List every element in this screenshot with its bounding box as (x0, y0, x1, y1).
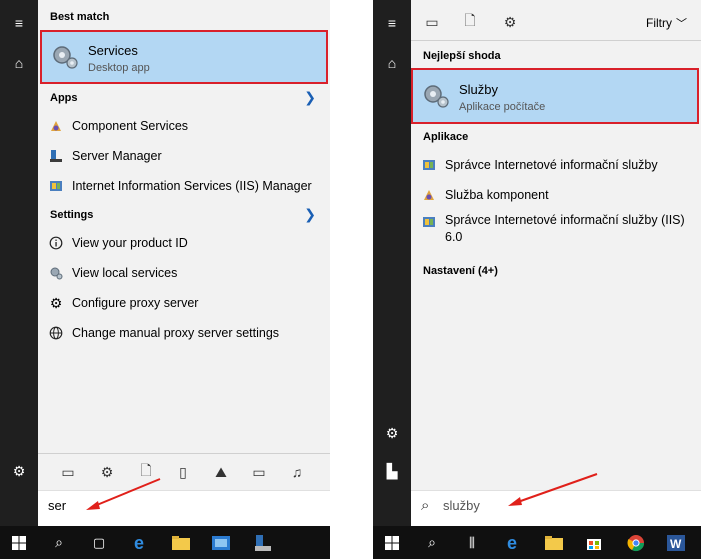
filter-videos-icon[interactable]: ▭ (244, 454, 274, 490)
windows-start-icon[interactable] (0, 526, 38, 559)
services-gear-icon (424, 85, 449, 108)
app-item-iis-manager[interactable]: Správce Internetové informační služby (411, 152, 693, 178)
chevron-down-icon: ﹀ (676, 18, 687, 30)
task-view-icon[interactable]: ▢ (80, 526, 118, 559)
search-input[interactable]: služby (443, 498, 480, 513)
best-match-header: Nejlepší shoda (423, 50, 501, 62)
app-item-iis-manager[interactable]: Internet Information Services (IIS) Mana… (38, 173, 322, 199)
filter-documents-icon[interactable]: 🗋 (131, 454, 161, 490)
apps-header: Apps (50, 92, 78, 104)
filter-apps-icon[interactable]: ▭ (417, 4, 447, 40)
user-account-icon[interactable]: ▙ (373, 456, 411, 486)
search-box[interactable]: ser (38, 490, 330, 526)
start-rail: ≡ ⌂ ⚙ ▙ (373, 0, 411, 526)
apps-header: Aplikace (423, 131, 469, 143)
component-services-icon (421, 187, 437, 203)
store-app-icon[interactable] (202, 526, 240, 559)
filter-settings-icon[interactable]: ⚙ (495, 4, 525, 40)
hamburger-menu-icon[interactable]: ≡ (373, 8, 411, 38)
best-match-subtitle: Desktop app (88, 62, 150, 74)
app-item-label: Správce Internetové informační služby (I… (445, 213, 685, 244)
setting-item-label: Configure proxy server (72, 296, 199, 310)
svg-text:e: e (507, 533, 517, 553)
filter-music-icon[interactable]: ♫ (282, 454, 312, 490)
start-search-panel-cs: ≡ ⌂ ⚙ ▙ ▭ 🗋 ⚙ Filtry ﹀ Nejlepší shoda Sl… (373, 0, 701, 559)
filter-mobile-icon[interactable]: ▯ (168, 454, 198, 490)
search-icon[interactable]: ⌕ (40, 526, 78, 559)
services-gear-icon (53, 46, 78, 69)
app-item-component-services[interactable]: Component Services (38, 113, 322, 139)
hamburger-menu-icon[interactable]: ≡ (0, 8, 38, 38)
search-box[interactable]: ⌕ služby (411, 490, 701, 526)
search-icon: ⌕ (421, 497, 430, 514)
setting-item-local-services[interactable]: View local services (38, 260, 322, 286)
home-icon[interactable]: ⌂ (373, 48, 411, 78)
edge-browser-icon[interactable]: e (122, 526, 160, 559)
app-item-iis6-manager[interactable]: Správce Internetové informační služby (I… (411, 212, 693, 252)
server-manager-taskbar-icon[interactable] (244, 526, 282, 559)
start-rail: ≡ ⌂ ⚙ (0, 0, 38, 526)
filters-label: Filtry (646, 16, 672, 30)
best-match-title: Services (88, 43, 138, 58)
app-item-label: Server Manager (72, 149, 162, 163)
info-circle-icon (48, 235, 64, 251)
windows-start-icon[interactable] (373, 526, 411, 559)
setting-item-product-id[interactable]: View your product ID (38, 230, 322, 256)
taskbar: ⌕ ▢ e (0, 526, 330, 559)
edge-browser-icon[interactable]: e (495, 526, 533, 559)
home-icon[interactable]: ⌂ (0, 48, 38, 78)
filter-apps-icon[interactable]: ▭ (53, 454, 83, 490)
taskbar: ⌕ ⫼ e W (373, 526, 701, 559)
settings-header[interactable]: Nastavení (4+) (423, 265, 498, 277)
filter-settings-icon[interactable]: ⚙ (92, 454, 122, 490)
services-small-icon (48, 265, 64, 281)
best-match-header: Best match (50, 11, 110, 23)
file-explorer-icon[interactable] (535, 526, 573, 559)
filters-dropdown[interactable]: Filtry ﹀ (646, 15, 687, 31)
apps-chevron-right-icon[interactable]: ❯ (304, 89, 316, 106)
settings-chevron-right-icon[interactable]: ❯ (304, 206, 316, 223)
iis-manager-icon (421, 157, 437, 173)
app-item-label: Služba komponent (445, 188, 549, 202)
app-item-label: Správce Internetové informační služby (445, 158, 658, 172)
search-results: Best match Services Desktop app Apps ❯ C… (38, 0, 330, 526)
app-item-component-services[interactable]: Služba komponent (411, 182, 693, 208)
setting-item-manual-proxy[interactable]: Change manual proxy server settings (38, 320, 322, 346)
search-results: ▭ 🗋 ⚙ Filtry ﹀ Nejlepší shoda Služby Apl… (411, 0, 701, 526)
task-view-icon[interactable]: ⫼ (453, 526, 491, 559)
gear-icon: ⚙ (49, 294, 63, 311)
svg-text:e: e (134, 533, 144, 553)
iis-manager-icon (48, 178, 64, 194)
settings-gear-icon[interactable]: ⚙ (0, 456, 38, 486)
settings-header: Settings (50, 209, 94, 221)
start-search-panel-en: ≡ ⌂ ⚙ Best match Services Desktop app Ap… (0, 0, 330, 559)
app-item-server-manager[interactable]: Server Manager (38, 143, 322, 169)
search-input[interactable]: ser (48, 498, 66, 513)
search-icon[interactable]: ⌕ (413, 526, 451, 559)
file-explorer-icon[interactable] (162, 526, 200, 559)
filter-photos-icon[interactable]: ⛰ (206, 454, 236, 490)
settings-gear-icon[interactable]: ⚙ (373, 418, 411, 448)
globe-icon (48, 325, 64, 341)
setting-item-label: Change manual proxy server settings (72, 326, 280, 340)
divider (411, 40, 701, 41)
app-item-label: Internet Information Services (IIS) Mana… (72, 179, 312, 193)
filter-documents-icon[interactable]: 🗋 (455, 4, 485, 40)
best-match-services[interactable]: Services Desktop app (40, 30, 328, 84)
best-match-sluzby[interactable]: Služby Aplikace počítače (411, 68, 699, 124)
best-match-title: Služby (459, 82, 499, 97)
iis6-manager-icon (421, 214, 437, 230)
app-item-label: Component Services (72, 119, 189, 133)
setting-item-label: View local services (72, 266, 178, 280)
setting-item-configure-proxy[interactable]: ⚙ Configure proxy server (38, 290, 322, 316)
word-app-icon[interactable]: W (657, 526, 695, 559)
server-manager-icon (48, 148, 64, 164)
component-services-icon (48, 118, 64, 134)
svg-text:W: W (670, 537, 682, 551)
setting-item-label: View your product ID (72, 236, 188, 250)
store-bag-icon[interactable] (575, 526, 613, 559)
best-match-subtitle: Aplikace počítače (459, 101, 546, 113)
chrome-browser-icon[interactable] (617, 526, 655, 559)
